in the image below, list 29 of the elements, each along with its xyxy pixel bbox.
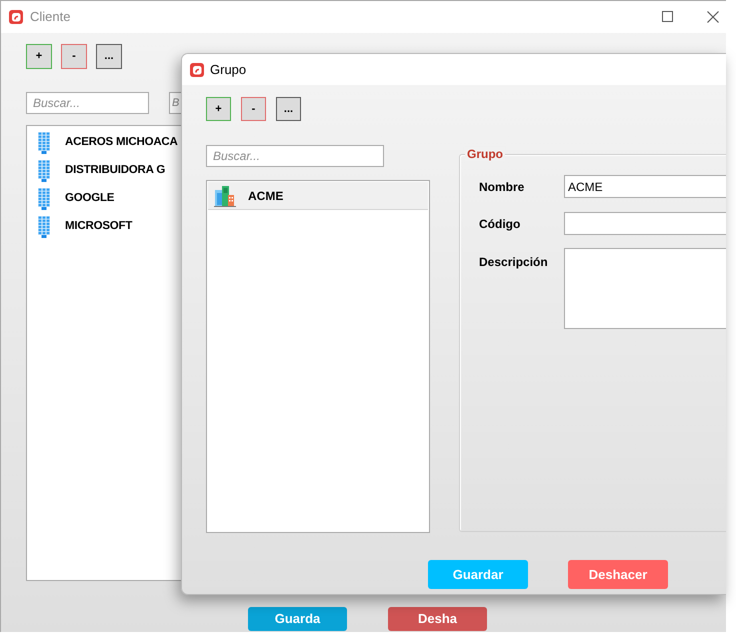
field-label: Código: [479, 216, 522, 232]
text-field[interactable]: [564, 212, 726, 235]
window-title: Grupo: [210, 60, 246, 79]
remove-button[interactable]: -: [241, 97, 266, 121]
building-icon: [38, 132, 50, 154]
more-button[interactable]: ...: [96, 44, 122, 69]
search-field[interactable]: B: [169, 92, 181, 114]
field-label: Descripción: [479, 254, 549, 271]
text-field[interactable]: ACME: [564, 175, 726, 198]
search-field[interactable]: Buscar...: [26, 92, 149, 114]
search-field[interactable]: Buscar...: [206, 145, 384, 167]
app-logo-icon: [190, 62, 204, 76]
window-title: Cliente: [30, 8, 70, 26]
field-label: Nombre: [479, 178, 526, 196]
close-icon[interactable]: [707, 11, 719, 23]
maximize-icon[interactable]: [662, 11, 673, 22]
more-button[interactable]: ...: [276, 97, 301, 121]
add-button[interactable]: +: [206, 97, 231, 121]
building-icon: [38, 160, 50, 182]
remove-button[interactable]: -: [61, 44, 87, 69]
description-field[interactable]: [564, 248, 726, 329]
group-list-item[interactable]: ACME: [208, 182, 428, 210]
building-icon: [38, 188, 50, 210]
add-button[interactable]: +: [26, 44, 52, 69]
buildings-icon: [214, 184, 236, 206]
group-box-title: Grupo: [465, 147, 505, 161]
building-icon: [38, 216, 50, 238]
app-logo-icon: [9, 10, 23, 24]
undo-button[interactable]: Desha: [388, 607, 487, 631]
